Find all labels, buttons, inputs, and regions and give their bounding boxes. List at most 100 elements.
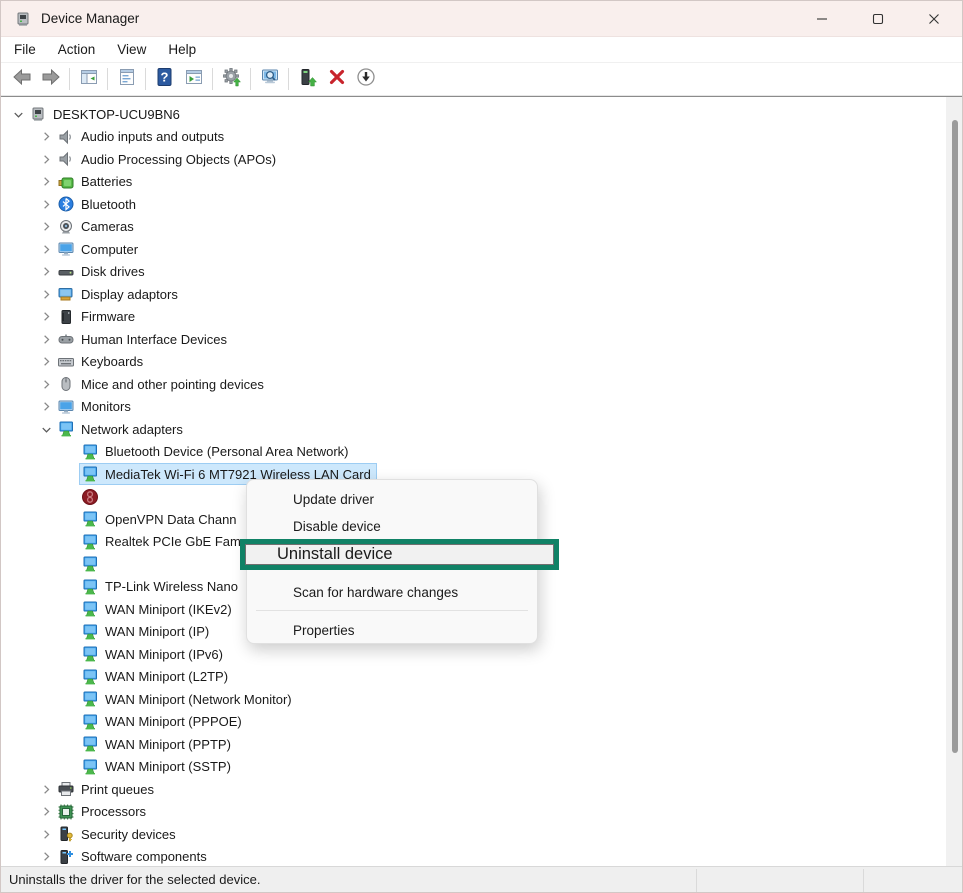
tree-item-computer[interactable]: Computer <box>1 238 138 261</box>
context-menu-item-uninstall-device[interactable]: Uninstall device <box>245 544 554 565</box>
chevron-collapsed-icon[interactable] <box>35 129 57 145</box>
menu-view[interactable]: View <box>106 39 157 60</box>
expander-spacer <box>59 556 81 572</box>
tree-item-display-adaptors[interactable]: Display adaptors <box>1 283 178 306</box>
chevron-collapsed-icon[interactable] <box>35 399 57 415</box>
tree-item-label: Display adaptors <box>81 287 178 302</box>
menu-action[interactable]: Action <box>47 39 107 60</box>
properties-button[interactable] <box>112 66 141 93</box>
tree-item-wan-miniport-sstp[interactable]: WAN Miniport (SSTP) <box>1 756 231 779</box>
tree-item-wan-miniport-ikev2[interactable]: WAN Miniport (IKEv2) <box>1 598 232 621</box>
scrollbar-thumb[interactable] <box>952 120 958 753</box>
menu-file[interactable]: File <box>3 39 47 60</box>
help-button[interactable]: ? <box>150 66 179 93</box>
tree-item-network-adapters[interactable]: Network adapters <box>1 418 183 441</box>
action-pane-button[interactable] <box>179 66 208 93</box>
chevron-collapsed-icon[interactable] <box>35 241 57 257</box>
tree-item-label: Human Interface Devices <box>81 332 227 347</box>
chevron-expanded-icon[interactable] <box>7 106 29 122</box>
tree-item-tp-link-wireless-nano[interactable]: TP-Link Wireless Nano <box>1 576 238 599</box>
vertical-scrollbar[interactable] <box>946 97 962 866</box>
update-driver-button[interactable] <box>217 66 246 93</box>
tree-item-firmware[interactable]: Firmware <box>1 306 135 329</box>
uninstall-device-button[interactable] <box>322 66 351 93</box>
forward-button[interactable] <box>36 66 65 93</box>
chevron-collapsed-icon[interactable] <box>35 354 57 370</box>
context-menu-item-properties[interactable]: Properties <box>248 616 536 644</box>
back-button[interactable] <box>7 66 36 93</box>
scan-hardware-changes-button[interactable] <box>255 66 284 93</box>
network-adapter-icon <box>81 578 99 596</box>
tree-item-security-devices[interactable]: Security devices <box>1 823 176 846</box>
tree-item-desktop-ucu9bn6[interactable]: DESKTOP-UCU9BN6 <box>1 103 180 126</box>
chevron-collapsed-icon[interactable] <box>35 309 57 325</box>
tree-item-keyboards[interactable]: Keyboards <box>1 351 143 374</box>
chevron-collapsed-icon[interactable] <box>35 826 57 842</box>
tree-item-wan-miniport-l2tp[interactable]: WAN Miniport (L2TP) <box>1 666 228 689</box>
chevron-collapsed-icon[interactable] <box>35 219 57 235</box>
keyboard-icon <box>57 353 75 371</box>
chevron-collapsed-icon[interactable] <box>35 174 57 190</box>
mouse-icon <box>57 375 75 393</box>
tree-item-wan-miniport-ip[interactable]: WAN Miniport (IP) <box>1 621 209 644</box>
chevron-collapsed-icon[interactable] <box>35 331 57 347</box>
network-adapter-icon <box>81 443 99 461</box>
chevron-collapsed-icon[interactable] <box>35 781 57 797</box>
chevron-collapsed-icon[interactable] <box>35 286 57 302</box>
tree-item-wan-miniport-pptp[interactable]: WAN Miniport (PPTP) <box>1 733 231 756</box>
context-menu-item-scan-for-hardware-changes[interactable]: Scan for hardware changes <box>248 578 536 606</box>
chevron-collapsed-icon[interactable] <box>35 376 57 392</box>
tree-item-network-adapter-icon[interactable] <box>1 553 105 576</box>
tree-item-cameras[interactable]: Cameras <box>1 216 134 239</box>
close-icon <box>927 12 941 26</box>
tree-item-error-device-icon[interactable] <box>1 486 105 509</box>
device-manager-app-icon <box>14 10 32 28</box>
expander-spacer <box>59 579 81 595</box>
tree-item-bluetooth[interactable]: Bluetooth <box>1 193 136 216</box>
tree-item-label: OpenVPN Data Chann <box>105 512 237 527</box>
tree-item-label: Keyboards <box>81 354 143 369</box>
close-button[interactable] <box>906 1 962 37</box>
context-menu-item-disable-device[interactable]: Disable device <box>248 513 536 540</box>
chevron-collapsed-icon[interactable] <box>35 196 57 212</box>
speaker-icon <box>57 150 75 168</box>
network-adapter-icon <box>81 533 99 551</box>
chevron-collapsed-icon[interactable] <box>35 264 57 280</box>
tree-item-label: WAN Miniport (Network Monitor) <box>105 692 292 707</box>
network-adapter-icon <box>81 555 99 573</box>
context-menu-item-update-driver[interactable]: Update driver <box>248 485 536 513</box>
tree-item-human-interface-devices[interactable]: Human Interface Devices <box>1 328 227 351</box>
tree-item-software-components[interactable]: Software components <box>1 846 207 867</box>
menu-help[interactable]: Help <box>157 39 207 60</box>
tree-item-bluetooth-device-personal-area-network[interactable]: Bluetooth Device (Personal Area Network) <box>1 441 349 464</box>
tree-item-processors[interactable]: Processors <box>1 801 146 824</box>
tree-item-batteries[interactable]: Batteries <box>1 171 132 194</box>
scan-hardware-changes-icon <box>260 67 280 92</box>
maximize-button[interactable] <box>850 1 906 37</box>
uninstall-device-label: Uninstall device <box>277 545 393 564</box>
tree-item-label: WAN Miniport (L2TP) <box>105 669 228 684</box>
show-hide-console-tree-button[interactable] <box>74 66 103 93</box>
tree-item-wan-miniport-network-monitor[interactable]: WAN Miniport (Network Monitor) <box>1 688 292 711</box>
tree-item-print-queues[interactable]: Print queues <box>1 778 154 801</box>
tree-item-label: WAN Miniport (IKEv2) <box>105 602 232 617</box>
chevron-collapsed-icon[interactable] <box>35 849 57 865</box>
chevron-expanded-icon[interactable] <box>35 421 57 437</box>
tree-item-realtek-pcie-gbe-fam[interactable]: Realtek PCIe GbE Fam <box>1 531 241 554</box>
tree-item-wan-miniport-ipv6[interactable]: WAN Miniport (IPv6) <box>1 643 223 666</box>
tree-item-monitors[interactable]: Monitors <box>1 396 131 419</box>
uninstall-highlight-box[interactable]: Uninstall device <box>240 539 559 570</box>
tree-item-mice-and-other-pointing-devices[interactable]: Mice and other pointing devices <box>1 373 264 396</box>
enable-device-button[interactable] <box>293 66 322 93</box>
tree-item-openvpn-data-chann[interactable]: OpenVPN Data Chann <box>1 508 237 531</box>
chevron-collapsed-icon[interactable] <box>35 804 57 820</box>
tree-item-audio-inputs-and-outputs[interactable]: Audio inputs and outputs <box>1 126 224 149</box>
bluetooth-icon <box>57 195 75 213</box>
tree-item-disk-drives[interactable]: Disk drives <box>1 261 145 284</box>
disable-device-button[interactable] <box>351 66 380 93</box>
tree-item-audio-processing-objects-apos[interactable]: Audio Processing Objects (APOs) <box>1 148 276 171</box>
chevron-collapsed-icon[interactable] <box>35 151 57 167</box>
minimize-button[interactable] <box>794 1 850 37</box>
expander-spacer <box>59 511 81 527</box>
tree-item-wan-miniport-pppoe[interactable]: WAN Miniport (PPPOE) <box>1 711 242 734</box>
